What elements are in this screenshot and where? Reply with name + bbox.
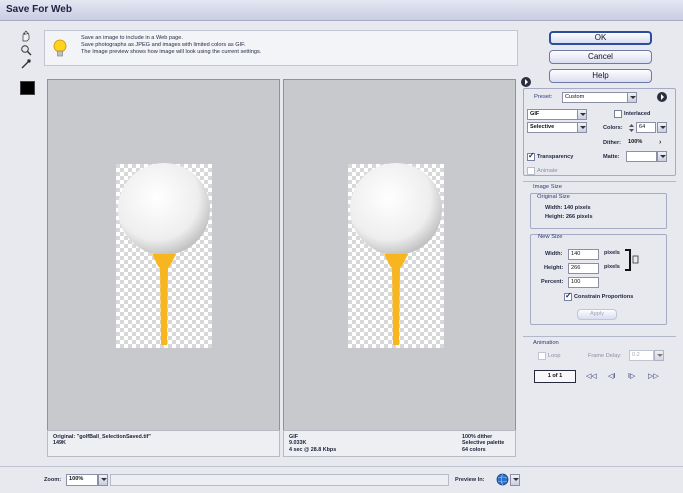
palette-dropdown-arrow-icon[interactable] xyxy=(577,122,587,133)
zoom-select[interactable]: 100% xyxy=(66,474,98,486)
frame-delay-input[interactable]: 0.2 xyxy=(629,350,654,361)
preset-select[interactable]: Custom xyxy=(562,92,628,103)
image-size-title: Image Size xyxy=(533,184,562,190)
original-height-text: Height: 266 pixels xyxy=(545,214,593,220)
optimized-image xyxy=(348,163,444,348)
dither-label: Dither: xyxy=(603,140,622,146)
new-size-title: New Size xyxy=(538,234,563,240)
width-units-label: pixels xyxy=(604,250,620,256)
next-frame-icon[interactable]: I▷ xyxy=(628,372,635,380)
previous-frame-icon[interactable]: ◁I xyxy=(608,372,615,380)
frame-delay-label: Frame Delay: xyxy=(588,353,622,359)
colors-input[interactable]: 64 xyxy=(636,122,656,133)
constrain-proportions-label: Constrain Proportions xyxy=(574,294,634,300)
interlaced-checkbox[interactable] xyxy=(614,110,622,118)
format-dropdown-arrow-icon[interactable] xyxy=(577,109,587,120)
last-frame-icon[interactable]: ▷▷ xyxy=(648,372,659,380)
frame-delay-dropdown-arrow-icon[interactable] xyxy=(654,350,664,361)
zoom-dropdown-arrow-icon[interactable] xyxy=(98,474,108,486)
loop-label: Loop xyxy=(548,353,561,359)
original-size-title: Original Size xyxy=(537,194,570,200)
dither-input[interactable]: 100% xyxy=(626,138,656,149)
new-width-label: Width: xyxy=(545,251,563,257)
original-filesize: 149K xyxy=(53,440,66,447)
browser-dropdown-arrow-icon[interactable] xyxy=(510,474,520,486)
zoom-label: Zoom: xyxy=(44,477,62,483)
preset-dropdown-arrow-icon[interactable] xyxy=(627,92,637,103)
preset-label: Preset: xyxy=(534,94,553,100)
percent-input[interactable]: 100 xyxy=(568,277,599,288)
optimized-download-time: 4 sec @ 28.8 Kbps xyxy=(289,446,337,453)
colors-stepper-icon[interactable] xyxy=(628,123,635,133)
format-select[interactable]: GIF xyxy=(527,109,578,120)
height-units-label: pixels xyxy=(604,264,620,270)
original-info-footer: Original: "golfBall_SelectionSaved.tif" … xyxy=(47,430,280,457)
original-width-text: Width: 140 pixels xyxy=(545,205,591,211)
animate-label: Animate xyxy=(537,168,558,174)
colors-label: Colors: xyxy=(603,125,623,131)
divider xyxy=(523,336,676,337)
status-bar: Zoom: 100% Preview In: xyxy=(0,466,683,493)
preview-in-label: Preview In: xyxy=(455,477,485,483)
original-image xyxy=(116,163,212,348)
matte-dropdown-arrow-icon[interactable] xyxy=(657,151,667,162)
transparency-label: Transparency xyxy=(537,154,574,160)
palette-select[interactable]: Selective xyxy=(527,122,578,133)
optimized-info-footer: GIF 9.033K 4 sec @ 28.8 Kbps 100% dither… xyxy=(283,430,516,457)
colors-dropdown-arrow-icon[interactable] xyxy=(657,122,667,133)
settings-menu-icon[interactable] xyxy=(657,92,667,102)
interlaced-label: Interlaced xyxy=(624,111,651,117)
optimized-palette: Selective palette xyxy=(462,440,505,447)
apply-button[interactable]: Apply xyxy=(577,309,617,320)
matte-select[interactable] xyxy=(626,151,657,162)
new-height-label: Height: xyxy=(544,265,564,271)
browser-globe-icon[interactable] xyxy=(496,473,509,486)
animation-title: Animation xyxy=(533,340,559,346)
new-height-input[interactable]: 266 xyxy=(568,263,599,274)
first-frame-icon[interactable]: ◁◁ xyxy=(586,372,597,380)
transparency-checkbox[interactable] xyxy=(527,151,535,161)
animate-checkbox[interactable] xyxy=(527,167,535,175)
constrain-link-icon xyxy=(625,249,639,271)
dither-slider-arrow-icon[interactable]: › xyxy=(659,139,661,146)
divider xyxy=(523,181,676,182)
loop-checkbox[interactable] xyxy=(538,352,546,360)
optimized-colors: 64 colors xyxy=(462,446,486,453)
status-message-field xyxy=(110,474,449,486)
matte-label: Matte: xyxy=(603,154,620,160)
constrain-proportions-checkbox[interactable] xyxy=(564,291,572,301)
new-width-input[interactable]: 140 xyxy=(568,249,599,260)
frame-counter: 1 of 1 xyxy=(534,370,576,383)
percent-label: Percent: xyxy=(541,279,564,285)
